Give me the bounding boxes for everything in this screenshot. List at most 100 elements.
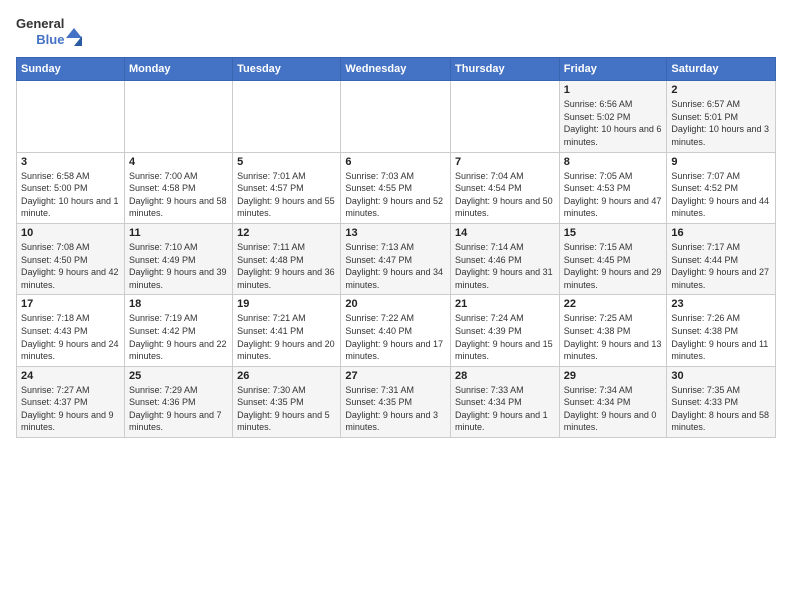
calendar-cell: 23 Sunrise: 7:26 AMSunset: 4:38 PMDayligh… [667,295,776,366]
calendar-cell [451,81,560,152]
calendar-cell: 7 Sunrise: 7:04 AMSunset: 4:54 PMDaylight… [451,152,560,223]
day-number: 25 [129,370,228,382]
day-number: 1 [564,84,663,96]
calendar-cell: 22 Sunrise: 7:25 AMSunset: 4:38 PMDayligh… [559,295,667,366]
calendar-cell: 19 Sunrise: 7:21 AMSunset: 4:41 PMDayligh… [233,295,341,366]
calendar-cell: 10 Sunrise: 7:08 AMSunset: 4:50 PMDayligh… [17,223,125,294]
weekday-friday: Friday [559,58,667,81]
calendar-cell: 5 Sunrise: 7:01 AMSunset: 4:57 PMDaylight… [233,152,341,223]
calendar-cell: 25 Sunrise: 7:29 AMSunset: 4:36 PMDayligh… [124,366,232,437]
day-info: Sunrise: 7:22 AMSunset: 4:40 PMDaylight:… [345,312,446,362]
day-number: 30 [671,370,771,382]
day-number: 17 [21,298,120,310]
logo: General Blue [16,16,82,47]
calendar-cell: 2 Sunrise: 6:57 AMSunset: 5:01 PMDaylight… [667,81,776,152]
day-info: Sunrise: 7:24 AMSunset: 4:39 PMDaylight:… [455,312,555,362]
day-info: Sunrise: 7:08 AMSunset: 4:50 PMDaylight:… [21,241,120,291]
calendar-cell: 16Sunrise: 7:17 AMSunset: 4:44 PMDayligh… [667,223,776,294]
day-info: Sunrise: 7:05 AMSunset: 4:53 PMDaylight:… [564,170,663,220]
day-number: 29 [564,370,663,382]
page-container: General Blue SundayMondayTuesdayWednesda… [0,0,792,446]
calendar-cell: 13 Sunrise: 7:13 AMSunset: 4:47 PMDayligh… [341,223,451,294]
day-info: Sunrise: 7:31 AMSunset: 4:35 PMDaylight:… [345,384,446,434]
logo-graphic: General Blue [16,16,82,47]
day-number: 11 [129,227,228,239]
calendar-cell [17,81,125,152]
calendar-cell: 14 Sunrise: 7:14 AMSunset: 4:46 PMDayligh… [451,223,560,294]
day-number: 21 [455,298,555,310]
day-number: 2 [671,84,771,96]
calendar-cell: 29 Sunrise: 7:34 AMSunset: 4:34 PMDayligh… [559,366,667,437]
day-number: 26 [237,370,336,382]
day-number: 24 [21,370,120,382]
day-number: 8 [564,156,663,168]
calendar-cell: 26 Sunrise: 7:30 AMSunset: 4:35 PMDayligh… [233,366,341,437]
day-info: Sunrise: 6:56 AMSunset: 5:02 PMDaylight:… [564,98,663,148]
day-number: 13 [345,227,446,239]
weekday-tuesday: Tuesday [233,58,341,81]
day-number: 10 [21,227,120,239]
week-row-3: 10 Sunrise: 7:08 AMSunset: 4:50 PMDayligh… [17,223,776,294]
weekday-saturday: Saturday [667,58,776,81]
day-info: Sunrise: 7:25 AMSunset: 4:38 PMDaylight:… [564,312,663,362]
week-row-5: 24 Sunrise: 7:27 AMSunset: 4:37 PMDayligh… [17,366,776,437]
calendar-cell: 30 Sunrise: 7:35 AMSunset: 4:33 PMDayligh… [667,366,776,437]
weekday-thursday: Thursday [451,58,560,81]
day-info: Sunrise: 7:04 AMSunset: 4:54 PMDaylight:… [455,170,555,220]
day-info: Sunrise: 7:01 AMSunset: 4:57 PMDaylight:… [237,170,336,220]
day-number: 23 [671,298,771,310]
day-number: 12 [237,227,336,239]
calendar-cell [341,81,451,152]
day-info: Sunrise: 7:03 AMSunset: 4:55 PMDaylight:… [345,170,446,220]
calendar-cell: 6 Sunrise: 7:03 AMSunset: 4:55 PMDaylight… [341,152,451,223]
day-info: Sunrise: 7:34 AMSunset: 4:34 PMDaylight:… [564,384,663,434]
calendar-cell: 17 Sunrise: 7:18 AMSunset: 4:43 PMDayligh… [17,295,125,366]
day-info: Sunrise: 7:26 AMSunset: 4:38 PMDaylight:… [671,312,771,362]
day-number: 7 [455,156,555,168]
day-info: Sunrise: 7:27 AMSunset: 4:37 PMDaylight:… [21,384,120,434]
day-info: Sunrise: 7:00 AMSunset: 4:58 PMDaylight:… [129,170,228,220]
calendar-cell: 24 Sunrise: 7:27 AMSunset: 4:37 PMDayligh… [17,366,125,437]
calendar-cell: 1 Sunrise: 6:56 AMSunset: 5:02 PMDaylight… [559,81,667,152]
day-info: Sunrise: 7:30 AMSunset: 4:35 PMDaylight:… [237,384,336,434]
day-number: 22 [564,298,663,310]
day-info: Sunrise: 7:35 AMSunset: 4:33 PMDaylight:… [671,384,771,434]
day-info: Sunrise: 7:15 AMSunset: 4:45 PMDaylight:… [564,241,663,291]
day-number: 3 [21,156,120,168]
day-number: 15 [564,227,663,239]
day-number: 19 [237,298,336,310]
day-number: 5 [237,156,336,168]
day-number: 28 [455,370,555,382]
day-info: Sunrise: 7:14 AMSunset: 4:46 PMDaylight:… [455,241,555,291]
calendar-cell: 9 Sunrise: 7:07 AMSunset: 4:52 PMDaylight… [667,152,776,223]
day-info: Sunrise: 7:11 AMSunset: 4:48 PMDaylight:… [237,241,336,291]
calendar-cell: 18Sunrise: 7:19 AMSunset: 4:42 PMDayligh… [124,295,232,366]
calendar-cell [233,81,341,152]
calendar-cell: 28 Sunrise: 7:33 AMSunset: 4:34 PMDayligh… [451,366,560,437]
day-info: Sunrise: 7:29 AMSunset: 4:36 PMDaylight:… [129,384,228,434]
weekday-header-row: SundayMondayTuesdayWednesdayThursdayFrid… [17,58,776,81]
header: General Blue [16,16,776,47]
day-number: 6 [345,156,446,168]
weekday-wednesday: Wednesday [341,58,451,81]
day-info: Sunrise: 7:18 AMSunset: 4:43 PMDaylight:… [21,312,120,362]
day-info: Sunrise: 7:07 AMSunset: 4:52 PMDaylight:… [671,170,771,220]
day-number: 14 [455,227,555,239]
day-number: 9 [671,156,771,168]
day-info: Sunrise: 7:13 AMSunset: 4:47 PMDaylight:… [345,241,446,291]
weekday-sunday: Sunday [17,58,125,81]
week-row-2: 3 Sunrise: 6:58 AMSunset: 5:00 PMDaylight… [17,152,776,223]
calendar-cell: 4Sunrise: 7:00 AMSunset: 4:58 PMDaylight… [124,152,232,223]
weekday-monday: Monday [124,58,232,81]
calendar-cell: 8 Sunrise: 7:05 AMSunset: 4:53 PMDaylight… [559,152,667,223]
day-number: 20 [345,298,446,310]
calendar-cell: 20 Sunrise: 7:22 AMSunset: 4:40 PMDayligh… [341,295,451,366]
day-info: Sunrise: 7:33 AMSunset: 4:34 PMDaylight:… [455,384,555,434]
day-info: Sunrise: 6:57 AMSunset: 5:01 PMDaylight:… [671,98,771,148]
day-info: Sunrise: 7:17 AMSunset: 4:44 PMDaylight:… [671,241,771,291]
day-info: Sunrise: 6:58 AMSunset: 5:00 PMDaylight:… [21,170,120,220]
day-info: Sunrise: 7:10 AMSunset: 4:49 PMDaylight:… [129,241,228,291]
week-row-1: 1 Sunrise: 6:56 AMSunset: 5:02 PMDaylight… [17,81,776,152]
calendar-cell: 21 Sunrise: 7:24 AMSunset: 4:39 PMDayligh… [451,295,560,366]
day-info: Sunrise: 7:21 AMSunset: 4:41 PMDaylight:… [237,312,336,362]
